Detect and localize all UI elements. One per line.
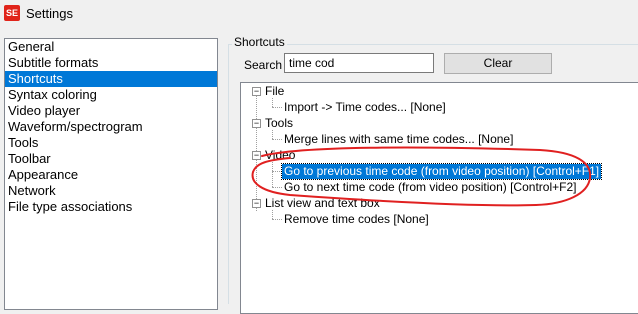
nav-item-syntax-coloring[interactable]: Syntax coloring — [5, 87, 217, 103]
tree-connector — [272, 162, 273, 187]
tree-connector — [272, 171, 282, 172]
tree-node-tools[interactable]: Tools — [265, 116, 293, 131]
nav-item-subtitle-formats[interactable]: Subtitle formats — [5, 55, 217, 71]
app-icon: SE — [4, 5, 20, 21]
clear-button[interactable]: Clear — [444, 53, 552, 74]
search-label: Search — [244, 58, 283, 72]
tree-item-remove-time-codes[interactable]: Remove time codes [None] — [284, 212, 429, 227]
nav-item-general[interactable]: General — [5, 39, 217, 55]
title-bar: SE Settings — [0, 0, 638, 28]
collapse-icon[interactable]: − — [252, 119, 261, 128]
nav-item-waveform-spectrogram[interactable]: Waveform/spectrogram — [5, 119, 217, 135]
tree-item-merge-lines[interactable]: Merge lines with same time codes... [Non… — [284, 132, 513, 147]
tree-connector — [272, 98, 273, 107]
collapse-icon[interactable]: − — [252, 151, 261, 160]
collapse-icon[interactable]: − — [252, 199, 261, 208]
nav-item-shortcuts[interactable]: Shortcuts — [5, 71, 217, 87]
nav-item-tools[interactable]: Tools — [5, 135, 217, 151]
settings-category-list[interactable]: General Subtitle formats Shortcuts Synta… — [4, 38, 218, 310]
tree-connector — [272, 210, 273, 219]
shortcuts-group-label: Shortcuts — [232, 35, 287, 49]
nav-item-appearance[interactable]: Appearance — [5, 167, 217, 183]
tree-connector — [272, 107, 282, 108]
tree-node-list-view[interactable]: List view and text box — [265, 196, 380, 211]
search-input[interactable] — [284, 53, 434, 73]
tree-connector — [272, 187, 282, 188]
tree-connector — [272, 139, 282, 140]
window-title: Settings — [26, 6, 73, 21]
tree-node-file[interactable]: File — [265, 84, 284, 99]
collapse-icon[interactable]: − — [252, 87, 261, 96]
tree-connector — [272, 219, 282, 220]
tree-item-import-time-codes[interactable]: Import -> Time codes... [None] — [284, 100, 446, 115]
nav-item-toolbar[interactable]: Toolbar — [5, 151, 217, 167]
tree-item-previous-time-code[interactable]: Go to previous time code (from video pos… — [280, 163, 603, 180]
nav-item-file-type-associations[interactable]: File type associations — [5, 199, 217, 215]
tree-item-next-time-code[interactable]: Go to next time code (from video positio… — [284, 180, 576, 195]
shortcuts-tree[interactable]: − File Import -> Time codes... [None] − … — [240, 82, 638, 314]
nav-item-network[interactable]: Network — [5, 183, 217, 199]
group-border-left — [228, 44, 229, 304]
tree-node-video[interactable]: Video — [265, 148, 295, 163]
group-border — [228, 44, 638, 45]
tree-connector — [272, 130, 273, 139]
nav-item-video-player[interactable]: Video player — [5, 103, 217, 119]
